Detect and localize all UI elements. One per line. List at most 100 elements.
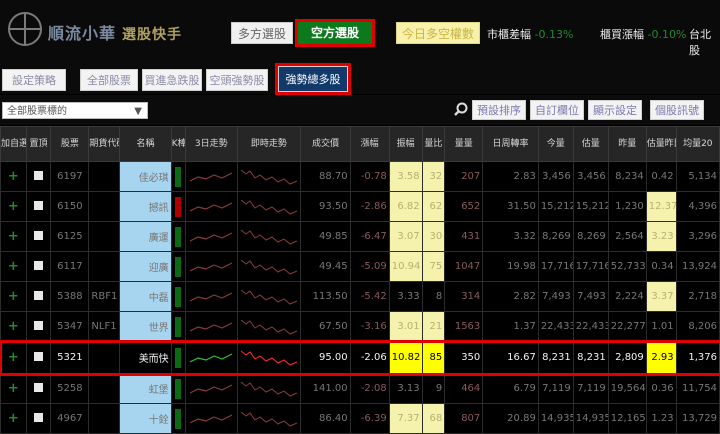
col-change[interactable]: 漲幅	[349, 126, 390, 162]
trend-3day-cell	[185, 311, 238, 342]
pin-checkbox[interactable]	[34, 260, 44, 270]
table-row[interactable]: +6197 佳必琪 88.70 -0.78 3.58 32 207 2.83 3,456 3,45…	[0, 161, 720, 192]
realtime-sparkline	[240, 289, 297, 305]
pin-checkbox[interactable]	[34, 170, 44, 180]
est-ratio-cell: 12.37	[645, 191, 677, 222]
default-sort-button[interactable]: 預設排序	[472, 100, 526, 120]
realtime-sparkline	[240, 259, 297, 275]
col-name[interactable]: 名稱	[119, 126, 172, 162]
stock-name[interactable]: 佳必琪	[119, 161, 172, 192]
add-watch-icon[interactable]: +	[8, 169, 19, 184]
tab-buy-drop[interactable]: 買進急跌股	[142, 69, 202, 91]
display-settings-button[interactable]: 顯示設定	[588, 100, 642, 120]
realtime-trend-cell	[236, 281, 302, 312]
futures-code	[88, 341, 121, 374]
stock-name[interactable]: 廣運	[119, 221, 172, 252]
stock-name[interactable]: 十銓	[119, 403, 172, 434]
add-watch-icon[interactable]: +	[8, 289, 19, 304]
stock-filter-select[interactable]: 全部股票標的 ▼	[2, 102, 148, 119]
stock-name[interactable]: 世界	[119, 311, 172, 342]
table-row[interactable]: +4967 十銓 86.40 -6.39 7.37 68 807 20.89 14,935 14,…	[0, 403, 720, 434]
stock-signal-button[interactable]: 個股訊號	[650, 100, 704, 120]
app-subtitle: 選股快手	[122, 27, 183, 43]
search-icon[interactable]	[454, 102, 468, 116]
est-ratio-cell: 1.01	[645, 311, 677, 342]
col-amplitude[interactable]: 振幅	[388, 126, 423, 162]
volume-cell: 207	[444, 161, 484, 192]
pin-checkbox[interactable]	[34, 320, 44, 330]
avg20-cell: 13,729	[675, 403, 720, 434]
stock-name[interactable]: 撼訊	[119, 191, 172, 222]
trend-3day-cell	[185, 281, 238, 312]
add-watch-icon[interactable]: +	[8, 350, 19, 365]
col-add-watch[interactable]: 加自選	[0, 126, 27, 162]
price-cell: 49.45	[300, 251, 351, 282]
col-price[interactable]: 成交價	[300, 126, 351, 162]
logo-icon	[8, 12, 42, 46]
change-cell: -2.06	[349, 341, 390, 374]
stock-name[interactable]: 迎廣	[119, 251, 172, 282]
table-row[interactable]: +6150 撼訊 93.50 -2.86 6.82 62 652 31.50 15,212 15,…	[0, 191, 720, 222]
add-watch-icon[interactable]: +	[8, 319, 19, 334]
tab-strong-long[interactable]: 強勢總多股	[275, 63, 351, 95]
change-cell: -6.39	[349, 403, 390, 434]
stock-code: 5388	[50, 281, 90, 312]
pin-checkbox[interactable]	[34, 200, 44, 210]
table-row-selected[interactable]: +5321 美而快 95.00 -2.06 10.82 85 350 16.67 8,231 8,…	[0, 339, 720, 376]
amplitude-cell: 3.33	[388, 281, 423, 312]
add-watch-cell: +	[0, 161, 27, 192]
pin-checkbox[interactable]	[34, 351, 44, 361]
volume-ratio-cell: 21	[421, 311, 446, 342]
col-code[interactable]: 股票	[50, 126, 90, 162]
stock-name[interactable]: 虹堡	[119, 373, 172, 404]
volume-cell: 1563	[444, 311, 484, 342]
stock-table: 加自選 置頂 股票 期貨代碼 名稱 K棒 3日走勢 即時走勢 成交價 漲幅 振幅…	[0, 126, 720, 434]
add-watch-icon[interactable]: +	[8, 199, 19, 214]
kbar-cell	[170, 161, 187, 192]
col-est-ratio[interactable]: 估量昨比	[645, 126, 677, 162]
add-watch-icon[interactable]: +	[8, 259, 19, 274]
tab-short-strong[interactable]: 空頭強勢股	[206, 69, 268, 91]
tab-all-stocks[interactable]: 全部股票	[80, 69, 138, 91]
stock-name[interactable]: 美而快	[119, 341, 172, 374]
amplitude-cell: 3.01	[388, 311, 423, 342]
multi-select-button[interactable]: 多方選股	[231, 22, 293, 44]
col-pin[interactable]: 置頂	[25, 126, 52, 162]
col-today-volume[interactable]: 今量	[537, 126, 574, 162]
add-watch-cell: +	[0, 373, 27, 404]
add-watch-icon[interactable]: +	[8, 411, 19, 426]
taiex-label: 台北股	[689, 28, 711, 57]
col-kbar[interactable]: K棒	[170, 126, 187, 162]
custom-columns-button[interactable]: 自訂欄位	[530, 100, 584, 120]
add-watch-icon[interactable]: +	[8, 229, 19, 244]
table-row[interactable]: +5258 虹堡 141.00 -2.08 3.13 9 464 6.79 7,119 7,119…	[0, 373, 720, 404]
pin-checkbox[interactable]	[34, 412, 44, 422]
table-row[interactable]: +6125 廣運 49.85 -6.47 3.07 30 431 3.32 8,269 8,269…	[0, 221, 720, 252]
today-weight-button[interactable]: 今日多空權數	[396, 22, 480, 44]
est-ratio-cell: 2.93	[645, 341, 677, 374]
short-select-button[interactable]: 空方選股	[295, 19, 375, 47]
kbar-icon	[175, 316, 182, 337]
est-volume-cell: 8,231	[572, 341, 609, 374]
col-volume-ratio[interactable]: 量比	[421, 126, 446, 162]
today-volume-cell: 17,716	[537, 251, 574, 282]
stock-name[interactable]: 中磊	[119, 281, 172, 312]
col-est-volume[interactable]: 估量	[572, 126, 609, 162]
col-yesterday-volume[interactable]: 昨量	[607, 126, 647, 162]
add-watch-cell: +	[0, 251, 27, 282]
table-row[interactable]: +5388 RBF1 中磊 113.50 -5.42 3.33 8 314 2.82 7,493 7…	[0, 281, 720, 312]
table-row[interactable]: +6117 迎廣 49.45 -5.09 10.94 75 1047 19.98 17,716 1…	[0, 251, 720, 282]
tab-set-strategy[interactable]: 設定策略	[2, 69, 66, 91]
est-volume-cell: 7,493	[572, 281, 609, 312]
col-realtime-trend[interactable]: 即時走勢	[236, 126, 302, 162]
pin-checkbox[interactable]	[34, 290, 44, 300]
col-3day-trend[interactable]: 3日走勢	[185, 126, 238, 162]
col-volume[interactable]: 量量	[444, 126, 484, 162]
pin-checkbox[interactable]	[34, 230, 44, 240]
col-avg20[interactable]: 均量20	[675, 126, 720, 162]
pin-checkbox[interactable]	[34, 382, 44, 392]
add-watch-icon[interactable]: +	[8, 381, 19, 396]
col-turnover[interactable]: 日周轉率	[482, 126, 539, 162]
col-futures[interactable]: 期貨代碼	[88, 126, 121, 162]
table-row[interactable]: +5347 NLF1 世界 67.50 -3.16 3.01 21 1563 1.37 22,43…	[0, 311, 720, 342]
